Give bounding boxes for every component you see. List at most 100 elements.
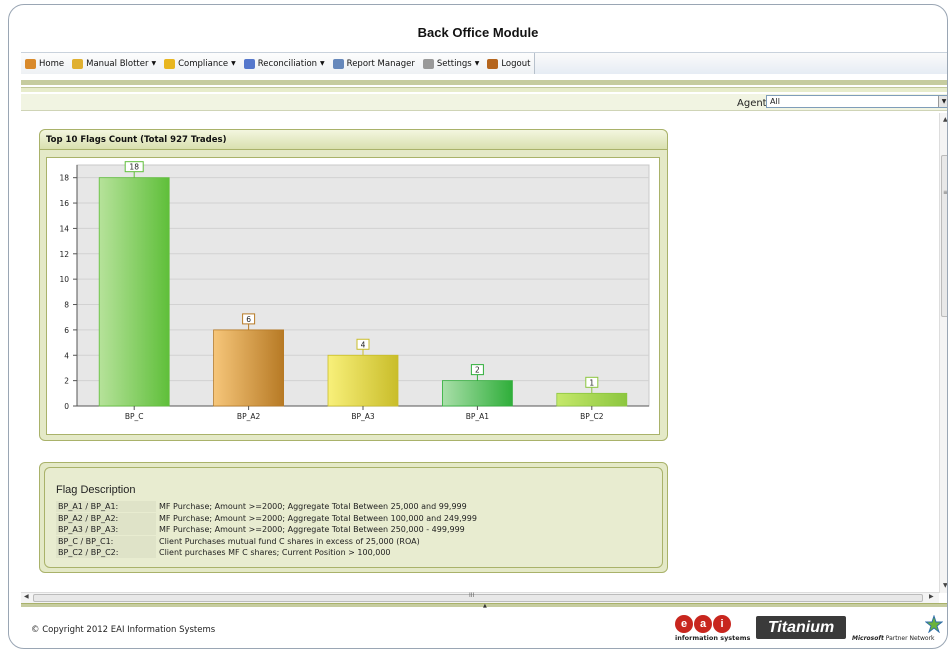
flag-code: BP_C2 / BP_C2: xyxy=(56,547,156,558)
scroll-down-icon[interactable]: ▼ xyxy=(943,582,947,589)
main-content: Top 10 Flags Count (Total 927 Trades) 0 2… xyxy=(21,113,939,591)
menu-item-report-manager[interactable]: Report Manager xyxy=(329,53,419,74)
scroll-grip-icon: ≡ xyxy=(943,189,948,196)
scroll-left-icon[interactable]: ◀ xyxy=(24,593,29,600)
y-tick-label: 6 xyxy=(64,326,69,335)
header-divider-2 xyxy=(21,87,947,92)
menu-item-reconciliation[interactable]: Reconciliation ▼ xyxy=(240,53,329,74)
chevron-down-icon: ▼ xyxy=(474,60,480,67)
horizontal-scroll-thumb[interactable] xyxy=(33,594,923,602)
data-label: 4 xyxy=(361,340,366,349)
flag-description-title: Flag Description xyxy=(56,484,136,496)
chevron-down-icon: ▼ xyxy=(151,60,157,67)
chart-container: 0 2 4 6 8 10 12 14 16 18 18 BP_C 6 BP_A2 4 BP_A3 2 BP_A1 1… xyxy=(46,157,660,435)
bar xyxy=(441,380,513,407)
flag-row: BP_C2 / BP_C2: Client purchases MF C shar… xyxy=(56,547,391,558)
bar-chart: 0 2 4 6 8 10 12 14 16 18 18 BP_C 6 BP_A2 4 BP_A3 2 BP_A1 1… xyxy=(59,161,650,421)
y-tick-label: 4 xyxy=(64,351,69,360)
eai-logo-a: a xyxy=(694,615,712,633)
gear-icon xyxy=(422,58,434,69)
page-title: Back Office Module xyxy=(417,25,539,40)
menu-item-label: Logout xyxy=(501,58,531,69)
data-label: 1 xyxy=(589,378,594,387)
star-icon xyxy=(164,58,176,69)
vertical-scrollbar[interactable]: ▲ ≡ ▼ xyxy=(939,113,948,593)
agent-label: Agent xyxy=(737,98,767,109)
flag-row: BP_A1 / BP_A1: MF Purchase; Amount >=2000… xyxy=(56,501,467,512)
data-label: 18 xyxy=(129,163,139,172)
agent-filter-row: Agent All ▼ xyxy=(21,94,947,111)
menu-items: Home Manual Blotter ▼ Compliance ▼ Reconcilia… xyxy=(21,53,535,74)
x-tick-label: BP_C xyxy=(125,412,144,421)
menu-item-home[interactable]: Home xyxy=(21,53,68,74)
eai-logo-e: e xyxy=(675,615,693,633)
flag-row: BP_C / BP_C1: Client Purchases mutual fun… xyxy=(56,535,420,547)
bar xyxy=(213,329,285,407)
bar xyxy=(98,177,170,407)
flag-description-text: Client purchases MF C shares; Current Po… xyxy=(159,548,391,557)
microsoft-partner-text: Partner Network xyxy=(885,635,935,642)
x-tick-label: BP_A2 xyxy=(237,412,261,421)
document-icon xyxy=(332,58,344,69)
scroll-right-icon[interactable]: ▶ xyxy=(929,593,934,600)
app-frame: Back Office Module Home Manual Blotter ▼ Co… xyxy=(8,4,948,649)
scroll-grip-icon: III xyxy=(469,592,475,599)
y-tick-label: 16 xyxy=(59,199,69,208)
home-icon xyxy=(25,58,36,69)
chevron-down-icon[interactable]: ▼ xyxy=(938,96,947,107)
bar xyxy=(556,392,628,407)
menu-item-settings[interactable]: Settings ▼ xyxy=(419,53,484,74)
chevron-down-icon: ▼ xyxy=(231,60,236,67)
y-tick-label: 10 xyxy=(59,275,69,284)
menu-item-label: Settings xyxy=(436,58,472,69)
microsoft-brand: Microsoft xyxy=(852,635,884,642)
microsoft-partner-logo: Microsoft Partner Network xyxy=(852,635,935,642)
x-tick-label: BP_C2 xyxy=(580,412,604,421)
horizontal-scrollbar[interactable]: ◀ III ▶ xyxy=(21,592,939,603)
eai-logo-subtitle: information systems xyxy=(675,634,751,642)
menu-item-label: Reconciliation xyxy=(257,58,318,69)
y-tick-label: 0 xyxy=(64,402,69,411)
x-tick-label: BP_A1 xyxy=(466,412,490,421)
eai-logo-i: i xyxy=(713,615,731,633)
scroll-up-icon[interactable]: ▲ xyxy=(943,116,947,123)
menu-item-compliance[interactable]: Compliance ▼ xyxy=(160,53,240,74)
shield-icon xyxy=(72,58,84,69)
footer-collapse-icon[interactable]: ▲ xyxy=(483,603,487,609)
flag-description-text: MF Purchase; Amount >=2000; Aggregate To… xyxy=(159,525,465,534)
menu-item-label: Manual Blotter xyxy=(86,58,149,69)
agent-select[interactable]: All ▼ xyxy=(766,95,947,108)
menu-item-label: Report Manager xyxy=(346,58,415,69)
y-tick-label: 12 xyxy=(59,250,69,259)
menu-item-label: Compliance xyxy=(178,58,229,69)
flag-code: BP_C / BP_C1: xyxy=(56,535,156,547)
vertical-scroll-thumb[interactable] xyxy=(941,155,947,317)
flag-row: BP_A3 / BP_A3: MF Purchase; Amount >=2000… xyxy=(56,524,465,535)
y-tick-label: 8 xyxy=(64,301,69,310)
header-divider xyxy=(21,80,947,85)
menu-item-manual-blotter[interactable]: Manual Blotter ▼ xyxy=(68,53,160,74)
copyright-text: © Copyright 2012 EAI Information Systems xyxy=(31,625,216,635)
flag-description-text: Client Purchases mutual fund C shares in… xyxy=(159,536,420,546)
agent-select-value: All xyxy=(770,97,780,106)
flag-code: BP_A1 / BP_A1: xyxy=(56,501,156,512)
titanium-logo: Titanium xyxy=(756,616,846,639)
y-tick-label: 18 xyxy=(59,174,69,183)
flag-description-text: MF Purchase; Amount >=2000; Aggregate To… xyxy=(159,502,467,511)
chart-panel-title: Top 10 Flags Count (Total 927 Trades) xyxy=(40,130,667,150)
partner-network-icon xyxy=(925,615,943,633)
bar xyxy=(327,354,399,407)
flag-description-box: Flag Description BP_A1 / BP_A1: MF Purcha… xyxy=(44,467,663,568)
flag-code: BP_A2 / BP_A2: xyxy=(56,512,156,524)
menu-item-logout[interactable]: Logout xyxy=(483,53,534,74)
chevron-down-icon: ▼ xyxy=(320,60,325,67)
menu-bar: Home Manual Blotter ▼ Compliance ▼ Reconcilia… xyxy=(21,52,947,74)
flag-description-text: MF Purchase; Amount >=2000; Aggregate To… xyxy=(159,513,477,523)
flags-chart-panel: Top 10 Flags Count (Total 927 Trades) 0 2… xyxy=(39,129,668,441)
data-label: 6 xyxy=(246,315,251,324)
data-label: 2 xyxy=(475,366,480,375)
door-icon xyxy=(487,58,499,69)
flag-code: BP_A3 / BP_A3: xyxy=(56,524,156,535)
menu-item-label: Home xyxy=(39,58,65,69)
y-tick-label: 14 xyxy=(59,224,69,233)
